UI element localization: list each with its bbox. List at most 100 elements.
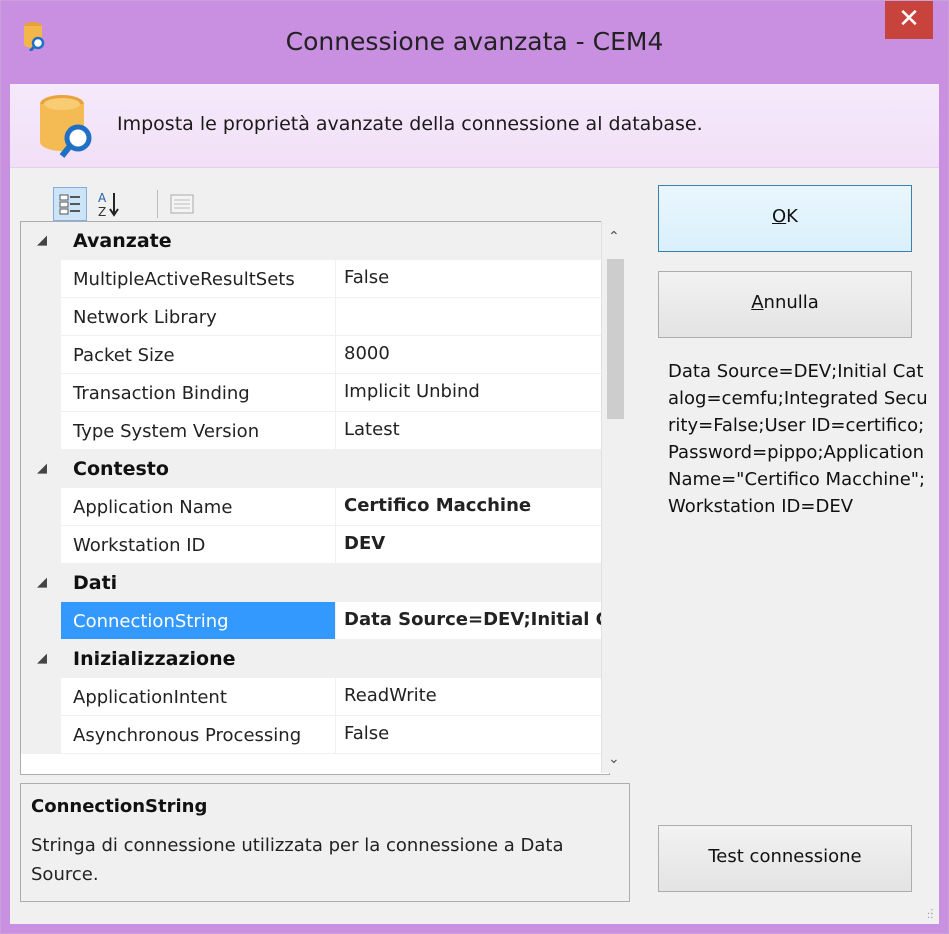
property-value-cell[interactable]: Implicit Unbind xyxy=(336,374,609,412)
category-row[interactable]: ◢ Inizializzazione xyxy=(21,640,609,678)
property-value-cell[interactable] xyxy=(336,298,609,336)
alphabetical-button[interactable]: A Z xyxy=(91,187,125,221)
property-name: ConnectionString xyxy=(73,611,229,632)
property-name: ApplicationIntent xyxy=(73,687,227,708)
property-value-cell[interactable]: 8000 xyxy=(336,336,609,374)
database-search-icon xyxy=(40,95,92,158)
categorized-view-icon xyxy=(59,194,80,215)
svg-text:A: A xyxy=(98,191,107,205)
property-name-cell[interactable]: Type System Version xyxy=(61,412,336,450)
collapse-arrow-icon[interactable]: ◢ xyxy=(37,461,47,476)
property-description-panel: ConnectionString Stringa di connessione … xyxy=(20,783,630,902)
collapse-arrow-icon[interactable]: ◢ xyxy=(37,233,47,248)
test-connection-button[interactable]: Test connessione xyxy=(658,825,912,892)
property-name-cell[interactable]: Asynchronous Processing xyxy=(61,716,336,754)
property-name: MultipleActiveResultSets xyxy=(73,269,295,290)
connection-string-preview: Data Source=DEV;Initial Catalog=cemfu;In… xyxy=(668,361,928,517)
property-row[interactable]: Packet Size 8000 xyxy=(21,336,609,374)
description-title: ConnectionString xyxy=(31,796,208,817)
property-row[interactable]: Asynchronous Processing False xyxy=(21,716,609,754)
row-gutter xyxy=(21,526,61,564)
property-name: Asynchronous Processing xyxy=(73,725,302,746)
close-button[interactable]: ✕ xyxy=(885,1,933,39)
category-label: Contesto xyxy=(73,458,169,480)
property-pages-icon xyxy=(170,194,194,214)
property-name-cell[interactable]: Workstation ID xyxy=(61,526,336,564)
property-name: Transaction Binding xyxy=(73,383,250,404)
property-name: Network Library xyxy=(73,307,217,328)
property-row[interactable]: Workstation ID DEV xyxy=(21,526,609,564)
row-gutter xyxy=(21,678,61,716)
property-pages-button[interactable] xyxy=(165,187,199,221)
property-value: 8000 xyxy=(344,343,390,364)
property-value-cell[interactable]: Data Source=DEV;Initial Catalog=cemfu;In… xyxy=(336,602,609,640)
property-row[interactable]: MultipleActiveResultSets False xyxy=(21,260,609,298)
property-value: DEV xyxy=(344,533,386,554)
row-gutter xyxy=(21,716,61,754)
property-value-cell[interactable]: False xyxy=(336,260,609,298)
property-row[interactable]: Network Library xyxy=(21,298,609,336)
dialog-window: Connessione avanzata - CEM4 ✕ Imposta le… xyxy=(0,0,949,934)
window-title: Connessione avanzata - CEM4 xyxy=(285,27,664,56)
scroll-thumb[interactable] xyxy=(607,259,624,419)
scroll-up-icon[interactable]: ⌃ xyxy=(608,229,620,245)
header-banner: Imposta le proprietà avanzate della conn… xyxy=(10,84,939,168)
title-bar[interactable]: Connessione avanzata - CEM4 ✕ xyxy=(1,1,948,84)
svg-text:Z: Z xyxy=(98,205,106,219)
category-row[interactable]: ◢ Dati xyxy=(21,564,609,602)
ok-button[interactable]: OK xyxy=(658,185,912,252)
test-connection-label: Test connessione xyxy=(708,846,862,867)
row-gutter xyxy=(21,260,61,298)
property-name-cell[interactable]: Packet Size xyxy=(61,336,336,374)
property-name-cell[interactable]: Application Name xyxy=(61,488,336,526)
property-value: Latest xyxy=(344,419,400,440)
property-grid-scrollbar[interactable]: ⌃ ⌄ xyxy=(601,221,629,773)
row-gutter xyxy=(21,336,61,374)
resize-grip-icon[interactable]: .:.: xyxy=(927,907,937,921)
property-name-cell[interactable]: ConnectionString xyxy=(61,602,336,640)
property-name-cell[interactable]: Network Library xyxy=(61,298,336,336)
category-row[interactable]: ◢ Contesto xyxy=(21,450,609,488)
property-name-cell[interactable]: MultipleActiveResultSets xyxy=(61,260,336,298)
dialog-client-area: Imposta le proprietà avanzate della conn… xyxy=(10,84,939,924)
property-grid[interactable]: ◢ Avanzate MultipleActiveResultSets False Ne… xyxy=(20,221,610,775)
property-value-cell[interactable]: DEV xyxy=(336,526,609,564)
property-row[interactable]: ApplicationIntent ReadWrite xyxy=(21,678,609,716)
close-icon: ✕ xyxy=(898,4,920,34)
scroll-down-icon[interactable]: ⌄ xyxy=(608,751,620,767)
property-name-cell[interactable]: ApplicationIntent xyxy=(61,678,336,716)
property-value: Data Source=DEV;Initial Catalog=cemfu;In… xyxy=(344,609,609,630)
property-value: False xyxy=(344,723,390,744)
property-row[interactable]: Application Name Certifico Macchine xyxy=(21,488,609,526)
property-value: False xyxy=(344,267,390,288)
cancel-button-label: Annulla xyxy=(751,292,819,313)
toolbar-separator xyxy=(157,190,158,218)
description-text: Stringa di connessione utilizzata per la… xyxy=(31,835,564,885)
collapse-arrow-icon[interactable]: ◢ xyxy=(37,575,47,590)
ok-button-label: OK xyxy=(772,206,798,227)
row-gutter xyxy=(21,374,61,412)
property-name: Application Name xyxy=(73,497,233,518)
row-gutter xyxy=(21,298,61,336)
property-grid-toolbar: A Z xyxy=(53,187,203,221)
property-name: Type System Version xyxy=(73,421,260,442)
categorized-button[interactable] xyxy=(53,187,87,221)
category-row[interactable]: ◢ Avanzate xyxy=(21,222,609,260)
category-label: Inizializzazione xyxy=(73,648,236,670)
property-row[interactable]: Type System Version Latest xyxy=(21,412,609,450)
collapse-arrow-icon[interactable]: ◢ xyxy=(37,651,47,666)
category-label: Avanzate xyxy=(73,230,172,252)
property-value-cell[interactable]: ReadWrite xyxy=(336,678,609,716)
property-value: Implicit Unbind xyxy=(344,381,480,402)
property-value-cell[interactable]: False xyxy=(336,716,609,754)
property-row[interactable]: ConnectionString Data Source=DEV;Initial … xyxy=(21,602,609,640)
property-name: Packet Size xyxy=(73,345,175,366)
property-row[interactable]: Transaction Binding Implicit Unbind xyxy=(21,374,609,412)
property-name-cell[interactable]: Transaction Binding xyxy=(61,374,336,412)
row-gutter xyxy=(21,412,61,450)
alphabetical-sort-icon: A Z xyxy=(98,191,119,219)
property-value-cell[interactable]: Latest xyxy=(336,412,609,450)
cancel-button[interactable]: Annulla xyxy=(658,271,912,338)
property-value-cell[interactable]: Certifico Macchine xyxy=(336,488,609,526)
category-label: Dati xyxy=(73,572,118,594)
